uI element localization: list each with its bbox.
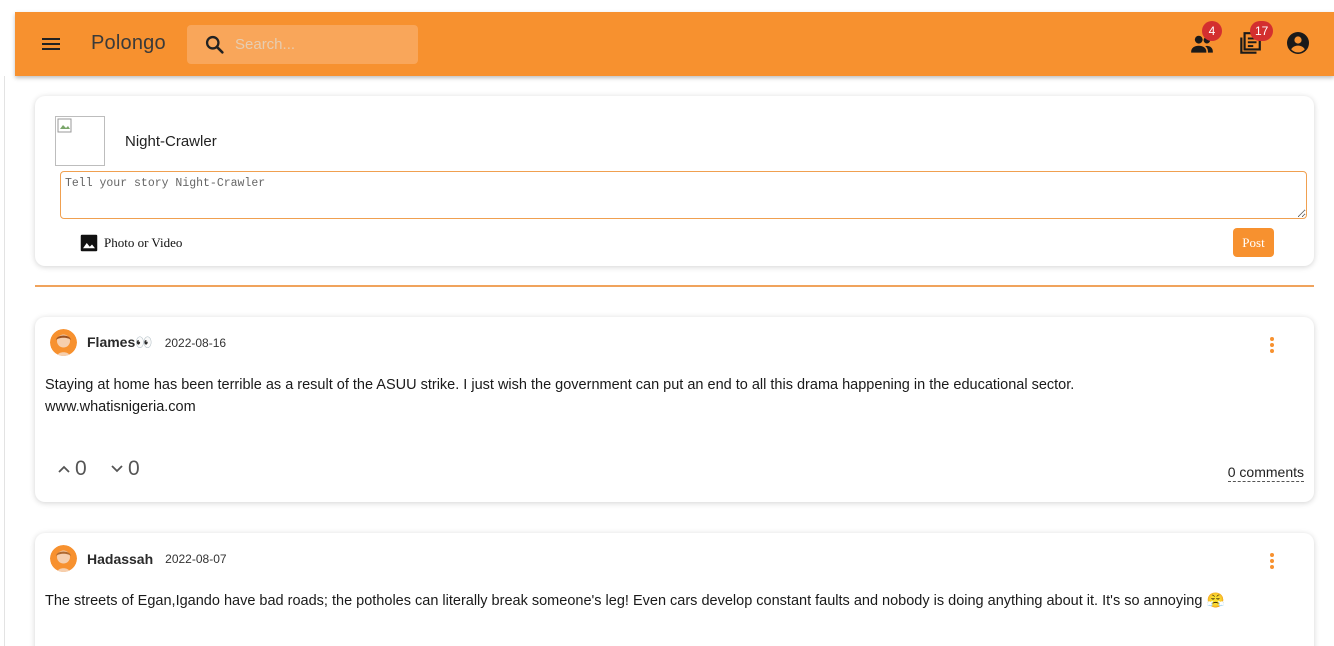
post-composer: Night-Crawler Photo or Video Post (35, 96, 1314, 266)
post-header: Hadassah 2022-08-07 (50, 545, 227, 572)
photo-video-button[interactable]: Photo or Video (80, 234, 182, 252)
avatar[interactable] (50, 329, 77, 356)
post-body: The streets of Egan,Igando have bad road… (45, 590, 1275, 612)
more-vert-icon[interactable] (1267, 337, 1277, 355)
comments-link[interactable]: 0 comments (1227, 464, 1304, 482)
story-input[interactable] (60, 171, 1307, 219)
post-text: Staying at home has been terrible as a r… (45, 377, 1075, 393)
search-box (187, 25, 418, 64)
account-button[interactable] (1286, 31, 1312, 57)
more-vert-icon[interactable] (1267, 553, 1277, 571)
menu-icon[interactable] (39, 33, 63, 55)
photo-video-label: Photo or Video (104, 235, 183, 250)
avatar[interactable] (50, 545, 77, 572)
composer-username: Night-Crawler (125, 133, 217, 150)
post-text: The streets of Egan,Igando have bad road… (45, 593, 1225, 609)
downvote-button[interactable]: 0 (110, 457, 140, 481)
feed-divider (35, 285, 1314, 287)
image-icon (80, 234, 98, 252)
search-input[interactable] (235, 25, 410, 64)
posts-button[interactable]: 17 (1237, 21, 1274, 57)
user-avatar-icon (50, 545, 77, 572)
feed-post: Flames👀 2022-08-16 Staying at home has b… (35, 317, 1314, 502)
post-date: 2022-08-16 (164, 335, 227, 350)
page-edge-rule (4, 76, 5, 646)
posts-badge: 17 (1250, 21, 1274, 41)
search-icon (205, 35, 224, 54)
account-circle-icon (1287, 32, 1309, 54)
feed-post: Hadassah 2022-08-07 The streets of Egan,… (35, 533, 1314, 646)
post-header: Flames👀 2022-08-16 (50, 329, 226, 356)
friends-button[interactable]: 4 (1189, 21, 1222, 57)
brand-title[interactable]: Polongo (91, 32, 166, 55)
top-app-bar: Polongo 4 17 (15, 12, 1334, 76)
post-button[interactable]: Post (1233, 228, 1274, 257)
chevron-up-icon (58, 465, 70, 473)
upvote-button[interactable]: 0 (57, 457, 87, 481)
post-body: Staying at home has been terrible as a r… (45, 374, 1295, 418)
post-author[interactable]: Hadassah (87, 551, 153, 567)
upvote-count: 0 (75, 457, 87, 480)
avatar (55, 116, 105, 166)
downvote-count: 0 (128, 457, 140, 480)
post-author[interactable]: Flames👀 (87, 334, 153, 351)
broken-image-icon (57, 118, 72, 133)
post-link[interactable]: www.whatisnigeria.com (45, 396, 1295, 418)
post-date: 2022-08-07 (165, 551, 227, 566)
user-avatar-icon (50, 329, 77, 356)
chevron-down-icon (111, 465, 123, 473)
friends-badge: 4 (1202, 21, 1222, 41)
